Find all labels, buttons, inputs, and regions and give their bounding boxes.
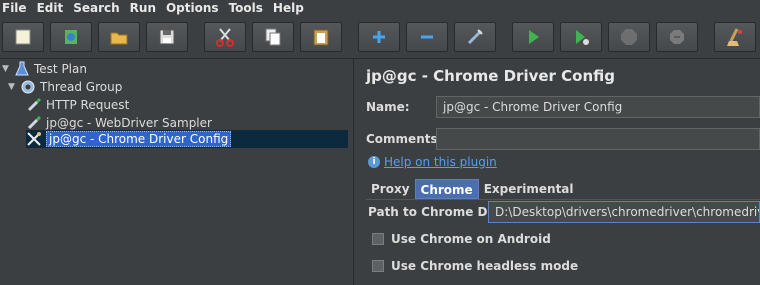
templates-icon [65,30,77,44]
chevron-down-icon[interactable]: ▼ [2,64,12,74]
tree-item-thread-group[interactable]: ▼ Thread Group [8,78,122,96]
menu-run[interactable]: Run [128,1,156,15]
android-checkbox-label: Use Chrome on Android [391,232,551,246]
menu-options[interactable]: Options [164,1,219,15]
tree-item-label: Thread Group [40,80,123,94]
chevron-down-icon[interactable]: ▼ [8,82,18,92]
info-icon: i [368,156,380,168]
copy-icon [265,28,281,46]
android-checkbox-row[interactable]: Use Chrome on Android [372,232,551,246]
stop-button[interactable] [608,22,650,52]
menu-search[interactable]: Search [71,1,119,15]
pipette-icon [27,97,42,112]
pipette-icon [27,115,42,130]
collapse-all-button[interactable] [406,22,448,52]
test-plan-tree: ▼ Test Plan ▼ Thread Group HTTP Request … [0,59,354,285]
new-icon [15,29,31,45]
shutdown-button[interactable] [656,22,698,52]
start-icon [529,30,539,44]
copy-button[interactable] [252,22,294,52]
headless-checkbox-row[interactable]: Use Chrome headless mode [372,259,578,273]
tab-divider [366,199,760,200]
flask-icon [15,61,29,76]
save-button[interactable] [146,22,188,52]
comments-label: Comments: [366,132,443,146]
start-button[interactable] [512,22,554,52]
expand-icon [373,31,385,43]
menu-file[interactable]: File [0,1,27,15]
templates-button[interactable] [50,22,92,52]
wrench-icon [27,132,41,146]
tab-bar: Proxy Chrome Experimental [366,179,579,199]
open-icon [110,32,128,45]
paste-button[interactable] [300,22,342,52]
chrome-driver-path-field[interactable]: D:\Desktop\drivers\chromedriver\chromedr… [488,201,760,223]
headless-checkbox[interactable] [372,260,384,272]
menu-tools[interactable]: Tools [227,1,263,15]
stop-icon [621,29,637,45]
save-icon [159,29,175,45]
tree-item-http-request[interactable]: HTTP Request [26,96,129,114]
gear-icon [21,80,35,94]
tab-proxy[interactable]: Proxy [366,179,415,199]
paste-icon [313,29,329,46]
toggle-icon [467,29,483,45]
page-title: jp@gc - Chrome Driver Config [366,67,616,85]
cut-icon [216,28,234,47]
name-field[interactable]: jp@gc - Chrome Driver Config [436,96,760,118]
tree-item-test-plan[interactable]: ▼ Test Plan [2,60,87,78]
tree-item-label: Test Plan [34,62,87,76]
config-panel: jp@gc - Chrome Driver Config Name: jp@gc… [358,59,760,285]
tree-item-chrome-driver-config[interactable]: jp@gc - Chrome Driver Config [26,130,348,148]
tree-item-label: HTTP Request [46,98,130,112]
cut-button[interactable] [204,22,246,52]
menu-bar: File Edit Search Run Options Tools Help [0,0,760,16]
help-link[interactable]: Help on this plugin [384,155,497,169]
name-label: Name: [366,100,410,114]
start-no-pauses-icon [576,30,589,45]
tab-chrome[interactable]: Chrome [414,179,479,199]
collapse-icon [421,35,433,39]
tree-item-label: jp@gc - Chrome Driver Config [46,131,232,147]
clear-button[interactable] [714,22,756,52]
new-button[interactable] [2,22,44,52]
help-row: i Help on this plugin [368,155,497,169]
toggle-button[interactable] [454,22,496,52]
menu-help[interactable]: Help [271,1,304,15]
toolbar [0,18,760,59]
comments-field[interactable] [436,128,760,150]
tab-experimental[interactable]: Experimental [479,179,579,199]
tree-item-label: jp@gc - WebDriver Sampler [46,116,212,130]
android-checkbox[interactable] [372,233,384,245]
open-button[interactable] [98,22,140,52]
expand-all-button[interactable] [358,22,400,52]
shutdown-icon [670,30,684,44]
menu-edit[interactable]: Edit [35,1,64,15]
start-no-pauses-button[interactable] [560,22,602,52]
headless-checkbox-label: Use Chrome headless mode [391,259,579,273]
clear-icon [727,28,742,46]
